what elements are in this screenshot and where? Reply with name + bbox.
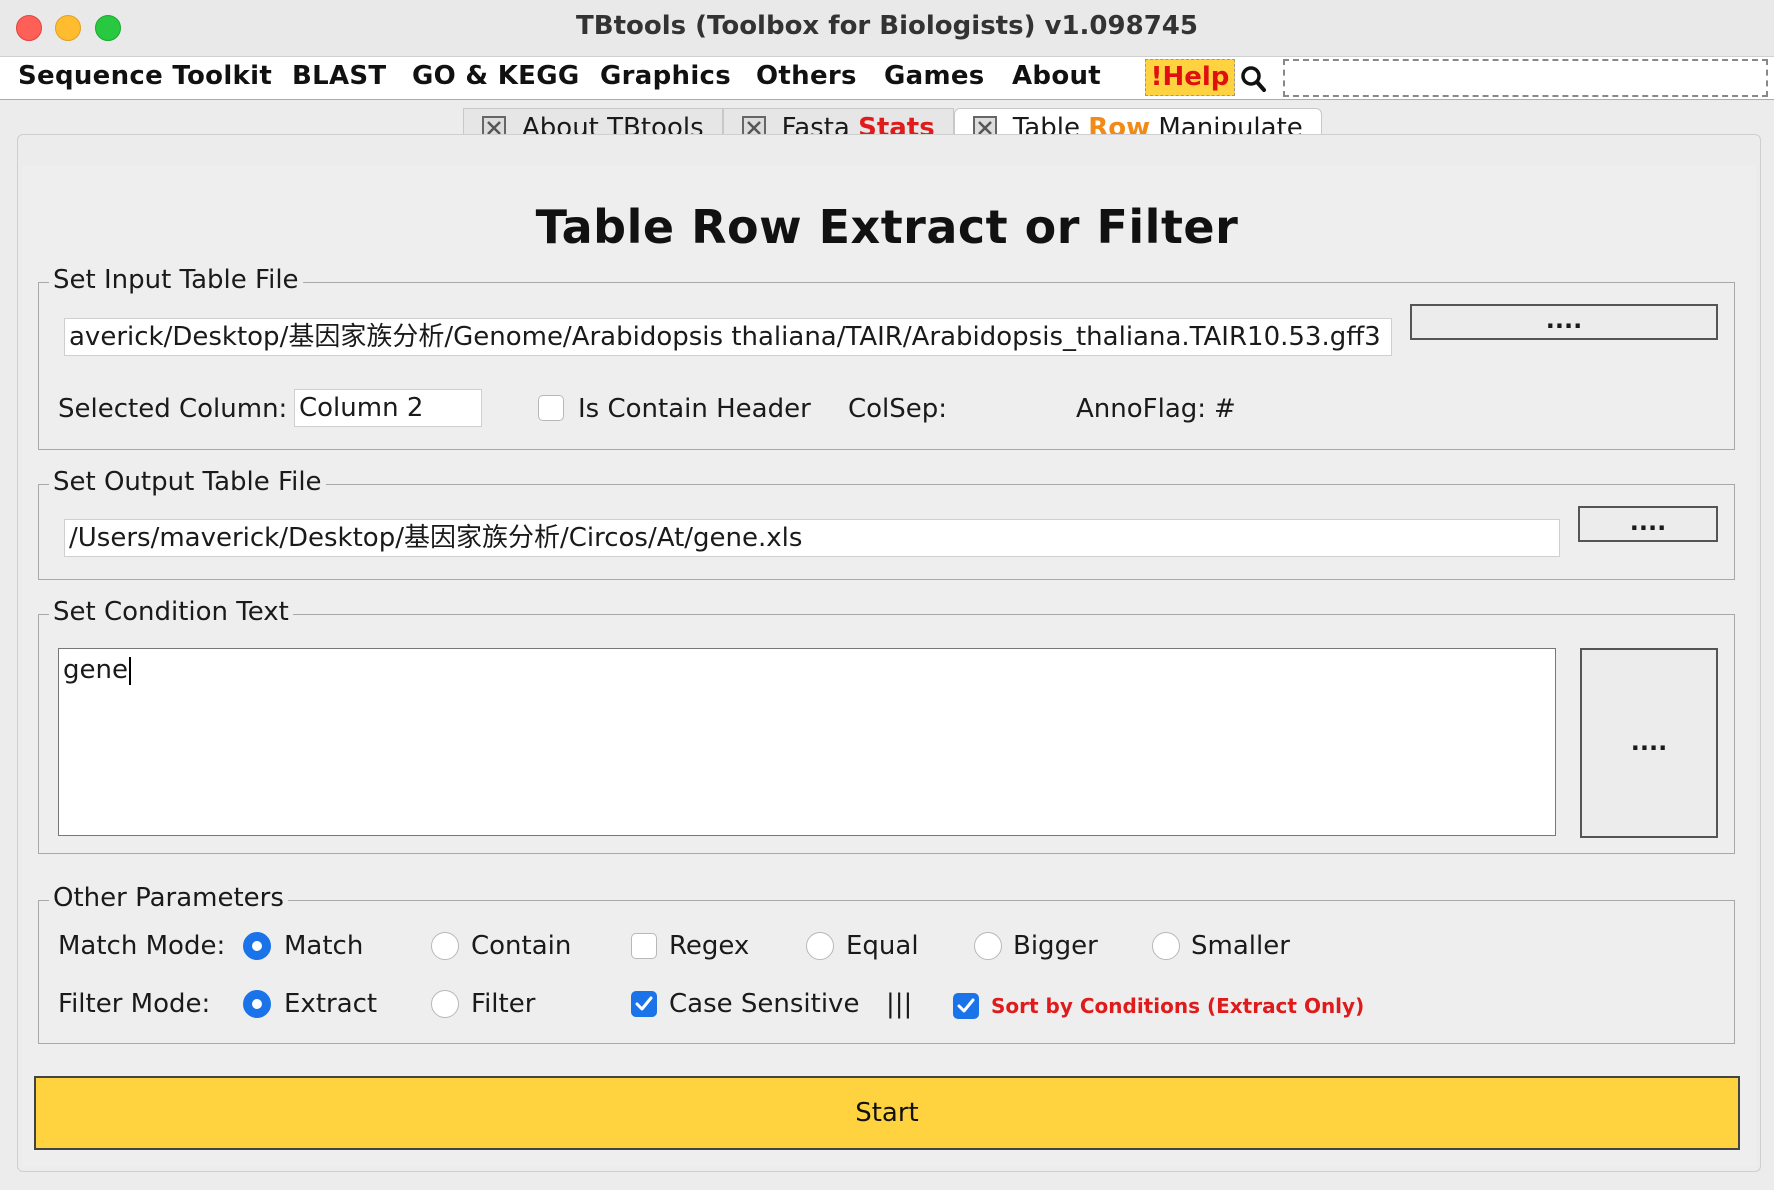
match-mode-bigger-label: Bigger (1013, 931, 1098, 961)
condition-textarea[interactable]: gene (58, 648, 1556, 836)
colsep-field[interactable] (950, 389, 1060, 427)
condition-browse-button[interactable]: .... (1580, 648, 1718, 838)
match-mode-smaller-radio[interactable] (1152, 932, 1180, 960)
menu-bar: Sequence Toolkit BLAST GO & KEGG Graphic… (0, 57, 1774, 100)
contain-header-checkbox[interactable] (538, 395, 564, 421)
match-mode-match-label: Match (284, 931, 364, 961)
group-title: Set Condition Text (49, 597, 293, 627)
match-mode-equal-label: Equal (846, 931, 919, 961)
condition-text: gene (63, 655, 128, 685)
filter-mode-filter-label: Filter (471, 989, 536, 1019)
menu-go-kegg[interactable]: GO & KEGG (412, 61, 580, 91)
other-parameters-group: Other Parameters (38, 883, 1735, 1044)
match-mode-regex-label: Regex (669, 931, 750, 961)
colsep-label: ColSep: (848, 394, 948, 424)
selected-column-label: Selected Column: (58, 394, 288, 424)
search-input[interactable] (1283, 59, 1768, 97)
page-title: Table Row Extract or Filter (535, 200, 1239, 254)
checkmark-icon (635, 996, 653, 1011)
help-button[interactable]: !Help (1145, 59, 1235, 96)
annoflag-label: AnnoFlag: (1076, 394, 1207, 424)
menu-about[interactable]: About (1012, 61, 1101, 91)
menu-graphics[interactable]: Graphics (600, 61, 731, 91)
input-browse-button[interactable]: .... (1410, 304, 1718, 340)
start-button[interactable]: Start (34, 1076, 1740, 1150)
text-caret (128, 656, 131, 685)
match-mode-equal-radio[interactable] (806, 932, 834, 960)
sort-by-conditions-checkbox[interactable] (953, 993, 979, 1019)
filter-mode-extract-label: Extract (284, 989, 378, 1019)
filter-mode-label: Filter Mode: (58, 989, 211, 1019)
match-mode-label: Match Mode: (58, 931, 226, 961)
annoflag-field[interactable]: # (1214, 394, 1236, 424)
match-mode-smaller-label: Smaller (1191, 931, 1290, 961)
checkmark-icon (957, 998, 975, 1013)
selected-column-field[interactable]: Column 2 (294, 389, 482, 427)
sort-by-conditions-label: Sort by Conditions (Extract Only) (991, 994, 1365, 1018)
menu-others[interactable]: Others (756, 61, 857, 91)
case-sensitive-checkbox[interactable] (631, 991, 657, 1017)
contain-header-label: Is Contain Header (578, 394, 811, 424)
case-sensitive-label: Case Sensitive (669, 989, 860, 1019)
group-title: Set Input Table File (49, 265, 303, 295)
window-title: TBtools (Toolbox for Biologists) v1.0987… (576, 11, 1198, 41)
menu-games[interactable]: Games (884, 61, 985, 91)
title-bar: TBtools (Toolbox for Biologists) v1.0987… (0, 0, 1774, 57)
match-mode-match-radio[interactable] (243, 932, 271, 960)
filter-mode-filter-radio[interactable] (431, 990, 459, 1018)
match-mode-contain-label: Contain (471, 931, 572, 961)
separator-text: ||| (886, 989, 913, 1019)
output-browse-button[interactable]: .... (1578, 506, 1718, 542)
match-mode-regex-checkbox[interactable] (631, 933, 657, 959)
filter-mode-extract-radio[interactable] (243, 990, 271, 1018)
match-mode-bigger-radio[interactable] (974, 932, 1002, 960)
input-file-path[interactable]: averick/Desktop/基因家族分析/Genome/Arabidopsi… (64, 318, 1392, 356)
group-title: Set Output Table File (49, 467, 326, 497)
match-mode-contain-radio[interactable] (431, 932, 459, 960)
search-icon[interactable] (1240, 65, 1266, 93)
menu-sequence-toolkit[interactable]: Sequence Toolkit (18, 61, 272, 91)
group-title: Other Parameters (49, 883, 288, 913)
output-file-path[interactable]: /Users/maverick/Desktop/基因家族分析/Circos/At… (64, 519, 1560, 557)
menu-blast[interactable]: BLAST (292, 61, 386, 91)
